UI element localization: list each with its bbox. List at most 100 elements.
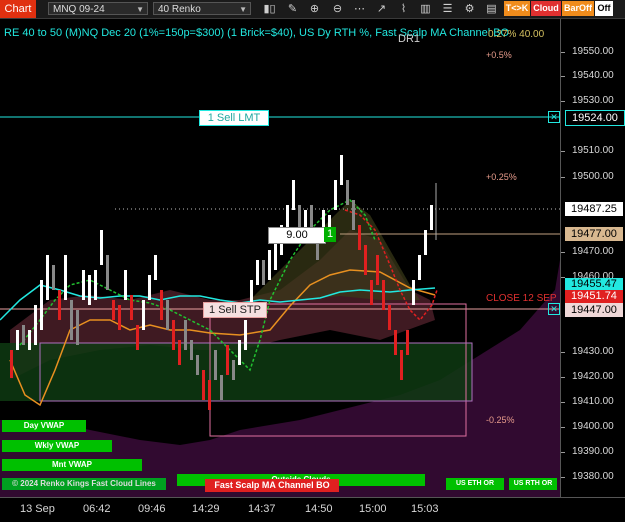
- price-tick-mark: [561, 377, 565, 378]
- price-tick-mark: [561, 477, 565, 478]
- renko-brick: [196, 355, 199, 375]
- sell-lmt-price: 19524.00: [565, 110, 625, 126]
- time-tick-label: 13 Sep: [20, 503, 55, 515]
- renko-brick: [142, 300, 145, 330]
- price-tick-label: 19410.00: [572, 396, 614, 407]
- renko-brick: [136, 325, 139, 350]
- dr1-label: DR1: [398, 33, 421, 45]
- mnt-vwap-button[interactable]: Mnt VWAP: [2, 459, 142, 471]
- renko-brick: [64, 255, 67, 300]
- pct-mid-label: +0.25%: [486, 172, 517, 182]
- copyright-bar: © 2024 Renko Kings Fast Cloud Lines: [2, 478, 166, 490]
- wkly-vwap-button[interactable]: Wkly VWAP: [2, 440, 112, 452]
- price-tick-mark: [561, 52, 565, 53]
- renko-brick: [256, 260, 259, 285]
- renko-brick: [166, 300, 169, 330]
- price-tick-mark: [561, 352, 565, 353]
- position-price-label: 19477.00: [565, 227, 623, 241]
- renko-brick: [370, 280, 373, 305]
- renko-brick: [76, 310, 79, 345]
- price-tick-label: 19400.00: [572, 421, 614, 432]
- trading-chart-window: Chart MNQ 09-24 ▼ 40 Renko ▼ ▮▯ ✎ ⊕ ⊖ ⋯ …: [0, 0, 625, 522]
- day-vwap-button[interactable]: Day VWAP: [2, 420, 86, 432]
- price-tick-label: 19510.00: [572, 145, 614, 156]
- renko-brick: [382, 280, 385, 310]
- renko-brick: [376, 255, 379, 285]
- price-tick-mark: [561, 151, 565, 152]
- pct-low-label: -0.25%: [486, 415, 515, 425]
- renko-brick: [16, 330, 19, 350]
- us-rth-or-button[interactable]: US RTH OR: [509, 478, 557, 490]
- time-tick-label: 06:42: [83, 503, 111, 515]
- renko-brick: [262, 260, 265, 285]
- price-tick-label: 19470.00: [572, 246, 614, 257]
- renko-brick: [100, 230, 103, 265]
- target-label: 0.27% 40.00: [488, 29, 545, 40]
- cancel-stp-icon[interactable]: ✕: [548, 303, 560, 315]
- renko-brick: [88, 275, 91, 305]
- pct-top-label: +0.5%: [486, 50, 512, 60]
- renko-brick: [394, 330, 397, 355]
- renko-brick: [40, 280, 43, 330]
- price-tick-mark: [561, 101, 565, 102]
- position-pnl[interactable]: 9.00: [268, 227, 326, 244]
- renko-brick: [34, 305, 37, 345]
- strategy-button[interactable]: Fast Scalp MA Channel BO: [205, 479, 339, 492]
- renko-brick: [424, 230, 427, 255]
- time-tick-label: 14:50: [305, 503, 333, 515]
- us-eth-or-button[interactable]: US ETH OR: [446, 478, 504, 490]
- price-tick-label: 19550.00: [572, 46, 614, 57]
- renko-brick: [364, 245, 367, 275]
- renko-brick: [70, 300, 73, 340]
- price-tick-mark: [561, 177, 565, 178]
- time-tick-label: 09:46: [138, 503, 166, 515]
- renko-brick: [388, 305, 391, 330]
- renko-brick: [202, 370, 205, 400]
- red-ma-price: 19451.74: [565, 290, 623, 303]
- renko-brick: [148, 275, 151, 300]
- time-tick-label: 14:29: [192, 503, 220, 515]
- renko-brick: [268, 250, 271, 280]
- price-tick-label: 19420.00: [572, 371, 614, 382]
- renko-brick: [220, 375, 223, 400]
- renko-brick: [46, 255, 49, 300]
- renko-brick: [418, 255, 421, 280]
- renko-brick: [292, 180, 295, 210]
- renko-brick: [226, 345, 229, 375]
- price-tick-label: 19380.00: [572, 471, 614, 482]
- renko-brick: [172, 320, 175, 350]
- price-tick-label: 19500.00: [572, 171, 614, 182]
- renko-brick: [406, 330, 409, 355]
- renko-brick: [184, 320, 187, 350]
- renko-brick: [238, 340, 241, 365]
- cancel-lmt-icon[interactable]: ✕: [548, 111, 560, 123]
- renko-brick: [130, 295, 133, 320]
- close-day-label: CLOSE 12 SEP: [486, 293, 557, 304]
- price-tick-label: 19430.00: [572, 346, 614, 357]
- renko-brick: [106, 255, 109, 290]
- renko-brick: [22, 325, 25, 345]
- renko-brick: [82, 270, 85, 300]
- renko-brick: [214, 350, 217, 380]
- renko-brick: [178, 340, 181, 365]
- renko-brick: [190, 340, 193, 360]
- renko-brick: [112, 300, 115, 320]
- sell-stp-price: 19447.00: [565, 303, 623, 317]
- price-tick-label: 19540.00: [572, 70, 614, 81]
- chart-title: RE 40 to 50 (M)NQ Dec 20 (1%=150p=$300) …: [4, 27, 510, 39]
- renko-brick: [52, 265, 55, 290]
- position-qty[interactable]: 1: [324, 227, 336, 242]
- renko-brick: [244, 320, 247, 350]
- renko-brick: [232, 360, 235, 380]
- price-tick-mark: [561, 76, 565, 77]
- renko-brick: [28, 330, 31, 350]
- sell-lmt-order[interactable]: 1 Sell LMT: [199, 110, 269, 126]
- renko-brick: [118, 305, 121, 330]
- renko-brick: [412, 280, 415, 305]
- renko-brick: [10, 350, 13, 378]
- price-tick-mark: [561, 452, 565, 453]
- cyan-ma-price: 19455.47: [565, 278, 623, 290]
- price-tick-mark: [561, 427, 565, 428]
- price-tick-mark: [561, 402, 565, 403]
- sell-stp-order[interactable]: 1 Sell STP: [203, 302, 267, 318]
